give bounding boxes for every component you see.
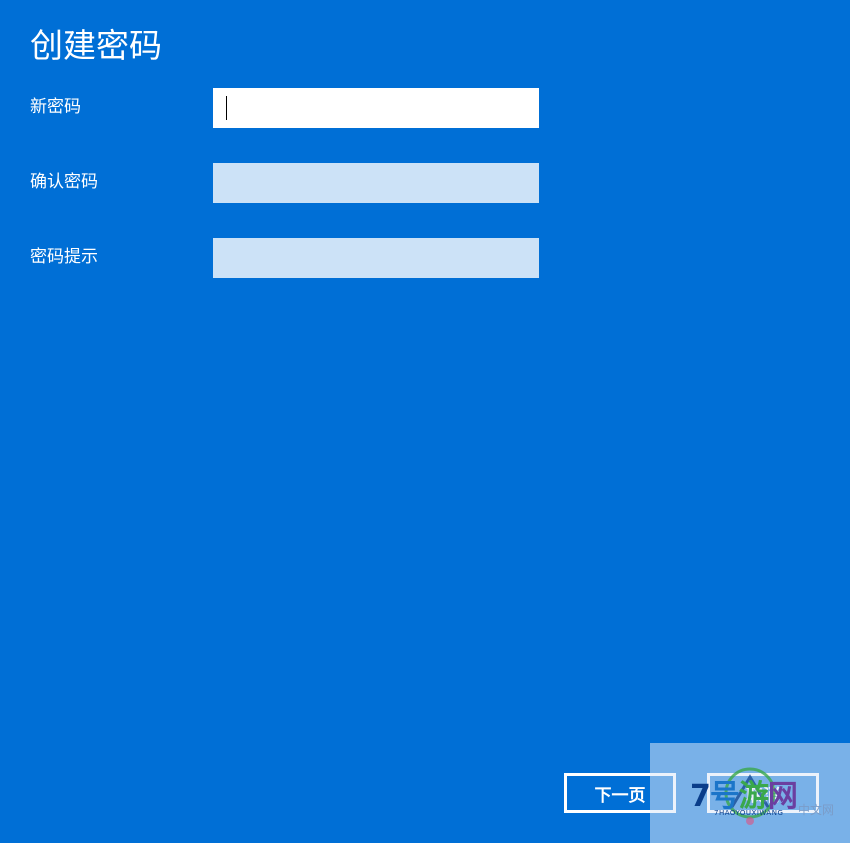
password-hint-input[interactable] [213,238,539,278]
password-hint-label: 密码提示 [30,247,98,267]
page-title: 创建密码 [30,26,162,65]
new-password-input[interactable] [213,88,539,128]
cancel-button[interactable]: 取消 [707,773,819,813]
text-caret [226,96,227,120]
new-password-label: 新密码 [30,97,81,117]
next-button[interactable]: 下一页 [564,773,676,813]
confirm-password-label: 确认密码 [30,172,98,192]
confirm-password-input[interactable] [213,163,539,203]
